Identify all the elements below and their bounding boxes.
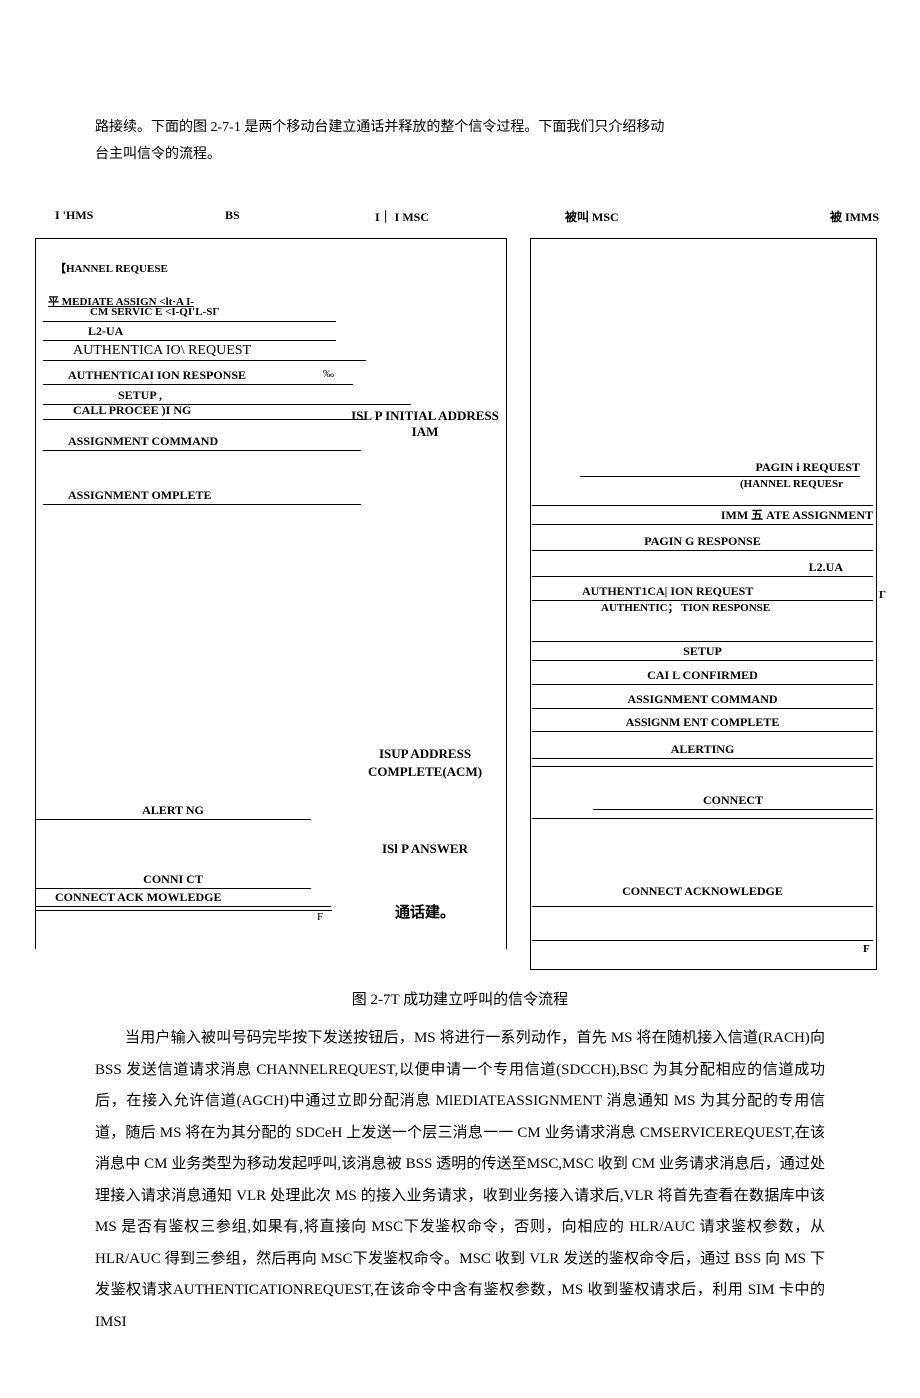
- msg-connect-ack-r: CONNECT ACKNOWLEDGE: [532, 882, 873, 900]
- msg-auth-request: AUTHENTICA IO\ REQUEST: [43, 342, 366, 361]
- msg-connect: CONNI CT: [35, 870, 311, 889]
- hdr-callee-ms: 被 IMMS: [830, 208, 879, 225]
- msg-paging-response: PAGIN G RESPONSE: [532, 532, 873, 551]
- msg-paging-request: PAGIN i REQUEST: [580, 458, 860, 477]
- msg-connect-r: CONNECT: [593, 791, 873, 810]
- msg-cm-service: CM SERVIC E <I-QI'L-SГ: [90, 306, 219, 318]
- msg-alerting: ALERT NG: [35, 801, 311, 820]
- hdr-caller-ms: I 'HMS: [55, 208, 93, 223]
- msg-isup-iam: ISL P INITIAL ADDRESS IAM: [345, 408, 505, 440]
- msg-connect-ack: CONNECT ACK MOWLEDGE: [35, 888, 331, 907]
- msg-channel-request: 【HANNEL REQUESE: [55, 260, 168, 276]
- msg-isup-answer: ISl P ANSWER: [345, 841, 505, 857]
- figure-caption: 图 2-7T 成功建立呼叫的信令流程: [95, 988, 825, 1009]
- gamma-marker: Г: [879, 589, 886, 601]
- msg-auth-response-suffix: ‰: [323, 368, 334, 380]
- right-f-marker: F: [863, 943, 870, 955]
- msg-l2-ua: L2-UA: [43, 321, 336, 341]
- msg-channel-request-r: (HANNEL REQUESr: [740, 478, 843, 490]
- msg-assignment-complete: ASSIGNMENT OMPLETE: [43, 486, 361, 505]
- msg-auth-response-r: AUTHENTIC； TION RESPONSE: [601, 599, 770, 615]
- msg-call-established: 通话建。: [345, 901, 505, 922]
- msg-call-proceeding: CALL PROCEE )I NG: [43, 401, 366, 420]
- msg-isup-acm-2: COMPLETE(ACM): [345, 764, 505, 780]
- msg-immediate-assignment-r: IMM 五 ATE ASSIGNMENT: [532, 505, 873, 525]
- msg-assignment-complete-r: ASSlGNM ENT COMPLETE: [532, 713, 873, 732]
- signaling-diagram: I 'HMS BS I｜ I MSC 被叫 MSC 被 IMMS 【HANNEL…: [35, 208, 885, 968]
- intro-line1: 路接续。下面的图 2-7-1 是两个移动台建立通话并释放的整个信令过程。下面我们…: [95, 115, 825, 142]
- hdr-callee-msc: 被叫 MSC: [565, 208, 619, 225]
- msg-isup-acm-1: ISUP ADDRESS: [345, 746, 505, 762]
- msg-alerting-r: ALERTING: [532, 740, 873, 759]
- msg-l2-ua-r: L2.UA: [532, 558, 873, 577]
- msg-assignment-command-r: ASSIGNMENT COMMAND: [532, 690, 873, 709]
- intro-line2: 台主叫信令的流程。: [95, 142, 825, 169]
- hdr-bs: BS: [225, 208, 240, 223]
- hdr-caller-msc: I｜ I MSC: [375, 208, 429, 225]
- msg-auth-response: AUTHENTICAI ION RESPONSE: [43, 366, 353, 385]
- msg-setup-r: SETUP: [532, 641, 873, 661]
- msg-assignment-command: ASSIGNMENT COMMAND: [43, 432, 361, 451]
- body-paragraph: 当用户输入被叫号码完毕按下发送按钮后，MS 将进行一系列动作，首先 MS 将在随…: [95, 1023, 825, 1338]
- left-f-marker: F: [317, 911, 323, 923]
- msg-call-confirmed-r: CAI L CONFIRMED: [532, 666, 873, 685]
